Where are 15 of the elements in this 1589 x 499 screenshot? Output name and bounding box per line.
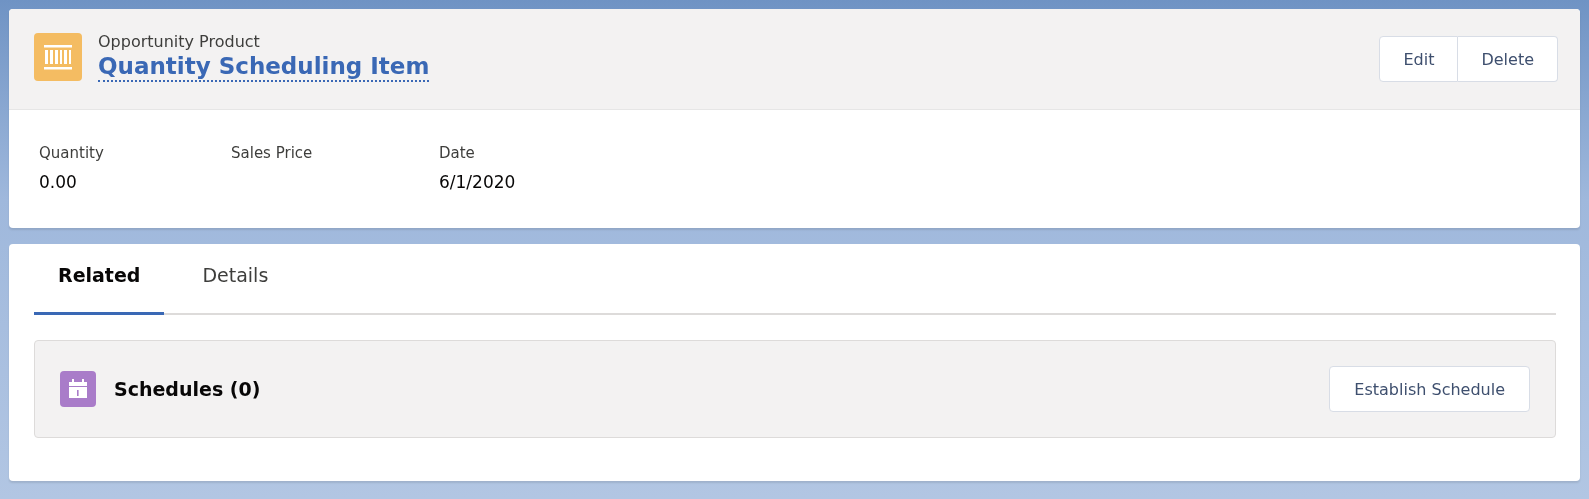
- record-title-link[interactable]: Quantity Scheduling Item: [98, 52, 430, 82]
- calendar-icon: [60, 371, 96, 407]
- tab[interactable]: Related: [34, 244, 165, 315]
- field-value: 6/1/2020: [439, 172, 516, 192]
- field-value: 0.00: [39, 172, 78, 192]
- product-icon: [34, 33, 82, 81]
- action-button[interactable]: Delete: [1458, 36, 1558, 82]
- field-label: Date: [439, 144, 476, 162]
- field-label: Sales Price: [231, 144, 314, 162]
- tab[interactable]: Details: [178, 244, 293, 315]
- field-label: Quantity: [39, 144, 105, 162]
- establish-schedule-button[interactable]: Establish Schedule: [1329, 366, 1530, 412]
- object-type-label: Opportunity Product: [98, 32, 260, 51]
- related-list-title: Schedules (0): [114, 378, 261, 400]
- action-button[interactable]: Edit: [1379, 36, 1459, 82]
